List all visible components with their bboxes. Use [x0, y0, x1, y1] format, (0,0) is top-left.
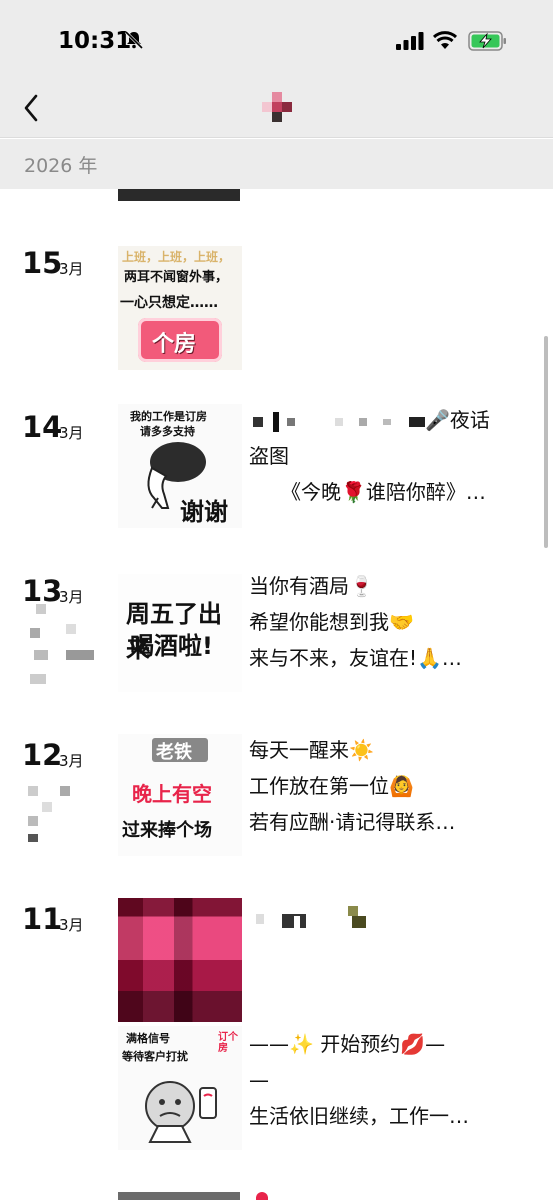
location-mosaic — [28, 786, 98, 846]
caption-line: 希望你能想到我🤝 — [249, 610, 414, 634]
caption-line: 盗图 — [249, 444, 289, 468]
moment-entry[interactable]: 15 3月 上班，上班，上班， 两耳不闻窗外事， 一心只想定…… 个房 — [0, 246, 553, 376]
caption-line: 每天一醒来☀️ — [249, 738, 374, 762]
caption-line: 若有应酬·请记得联系… — [249, 810, 456, 834]
thumb-text: 晚上有空 — [132, 782, 212, 806]
thumb-text: 喝酒啦! — [130, 632, 213, 660]
location-mosaic — [30, 604, 100, 684]
post-image[interactable]: 老铁 晚上有空 过来捧个场 — [118, 734, 242, 856]
caption-line: 来与不来，友谊在!🙏… — [249, 646, 462, 670]
entry-day: 15 — [22, 246, 63, 280]
year-label: 2026 年 — [24, 155, 98, 177]
nav-bar — [0, 80, 553, 138]
status-bar: 10:31 — [0, 0, 553, 80]
previous-post-thumbnail[interactable] — [118, 189, 240, 201]
caption-line: 工作放在第一位🙆 — [249, 774, 414, 798]
entry-day: 11 — [22, 902, 63, 936]
bell-muted-icon — [124, 30, 144, 50]
thumb-text: 我的工作是订房 — [130, 410, 207, 423]
caption-line: 生活依旧继续，工作一… — [249, 1104, 469, 1128]
caption-line: 当你有酒局🍷 — [249, 574, 374, 598]
post-caption[interactable]: 当你有酒局🍷 希望你能想到我🤝 来与不来，友谊在!🙏… — [249, 568, 529, 676]
thumb-badge: 个房 — [138, 318, 222, 362]
moment-entry[interactable]: 13 3月 周五了出来 喝酒啦! 当你有酒局🍷 希望你能想到我🤝 来与不来，友谊… — [0, 574, 553, 704]
post-image[interactable]: 周五了出来 喝酒啦! — [118, 574, 242, 692]
battery-charging-icon — [468, 31, 506, 51]
caption-text: 🎤夜话 — [425, 408, 490, 432]
thumb-text: 老铁 — [156, 742, 192, 763]
thumb-badge-text: 个房 — [152, 332, 197, 357]
entry-day: 14 — [22, 410, 63, 444]
profile-name-mosaic — [262, 92, 292, 122]
cellular-signal-icon — [396, 32, 424, 50]
thumb-text: 上班，上班，上班， — [122, 250, 231, 264]
thumb-text: 等待客户打扰 — [122, 1050, 188, 1063]
thumb-text: 两耳不闻窗外事， — [124, 270, 229, 285]
caption-line: 《今晚🌹谁陪你醉》… — [281, 480, 486, 504]
moment-entry[interactable]: 14 3月 我的工作是订房 请多多支持 谢谢 🎤夜话 盗图 《今晚🌹谁陪你醉》… — [0, 404, 553, 540]
thumb-text: 一心只想定…… — [120, 295, 218, 311]
post-caption[interactable]: 每天一醒来☀️ 工作放在第一位🙆 若有应酬·请记得联系… — [249, 732, 529, 840]
entry-month: 3月 — [59, 752, 84, 770]
post-caption[interactable]: ——✨ 开始预约💋— — 生活依旧继续，工作一… — [249, 1026, 529, 1134]
caption-mosaic — [256, 906, 396, 934]
entry-month: 3月 — [59, 260, 84, 278]
entry-month: 3月 — [59, 424, 84, 442]
next-post-thumbnail[interactable] — [118, 1192, 240, 1200]
moment-entry[interactable]: 11 3月 满格信号 等待客户打扰 订个房 ——✨ 开始预约💋— — 生活依旧继… — [0, 898, 553, 1162]
post-image-mosaic[interactable] — [118, 898, 242, 1022]
back-chevron-icon[interactable] — [20, 92, 44, 124]
meme-face-illustration — [145, 1081, 217, 1143]
post-image[interactable]: 我的工作是订房 请多多支持 谢谢 — [118, 404, 242, 528]
year-header: 2026 年 — [0, 139, 553, 189]
entry-day: 12 — [22, 738, 63, 772]
next-caption-mosaic — [256, 1192, 268, 1200]
caption-line: 🎤夜话 — [249, 402, 529, 438]
moment-entry[interactable]: 12 3月 老铁 晚上有空 过来捧个场 每天一醒来☀️ 工作放在第一位🙆 若有应… — [0, 734, 553, 868]
thumb-text: 满格信号 — [126, 1032, 170, 1045]
scrollbar[interactable] — [544, 336, 548, 548]
caption-line: — — [249, 1068, 269, 1092]
thumb-text: 请多多支持 — [140, 425, 195, 438]
thumb-text: 谢谢 — [180, 498, 228, 526]
entry-month: 3月 — [59, 916, 84, 934]
post-image[interactable]: 上班，上班，上班， 两耳不闻窗外事， 一心只想定…… 个房 — [118, 246, 242, 370]
status-time: 10:31 — [58, 28, 132, 54]
post-image[interactable]: 满格信号 等待客户打扰 订个房 — [118, 1026, 242, 1150]
thumb-text: 订个房 — [218, 1032, 238, 1054]
mosaic-layer — [118, 898, 242, 1022]
thumb-text: 过来捧个场 — [122, 820, 212, 841]
post-caption[interactable]: 🎤夜话 盗图 《今晚🌹谁陪你醉》… — [249, 402, 529, 510]
caption-line: ——✨ 开始预约💋— — [249, 1032, 446, 1056]
wifi-icon — [432, 31, 458, 49]
entry-day: 13 — [22, 574, 63, 608]
